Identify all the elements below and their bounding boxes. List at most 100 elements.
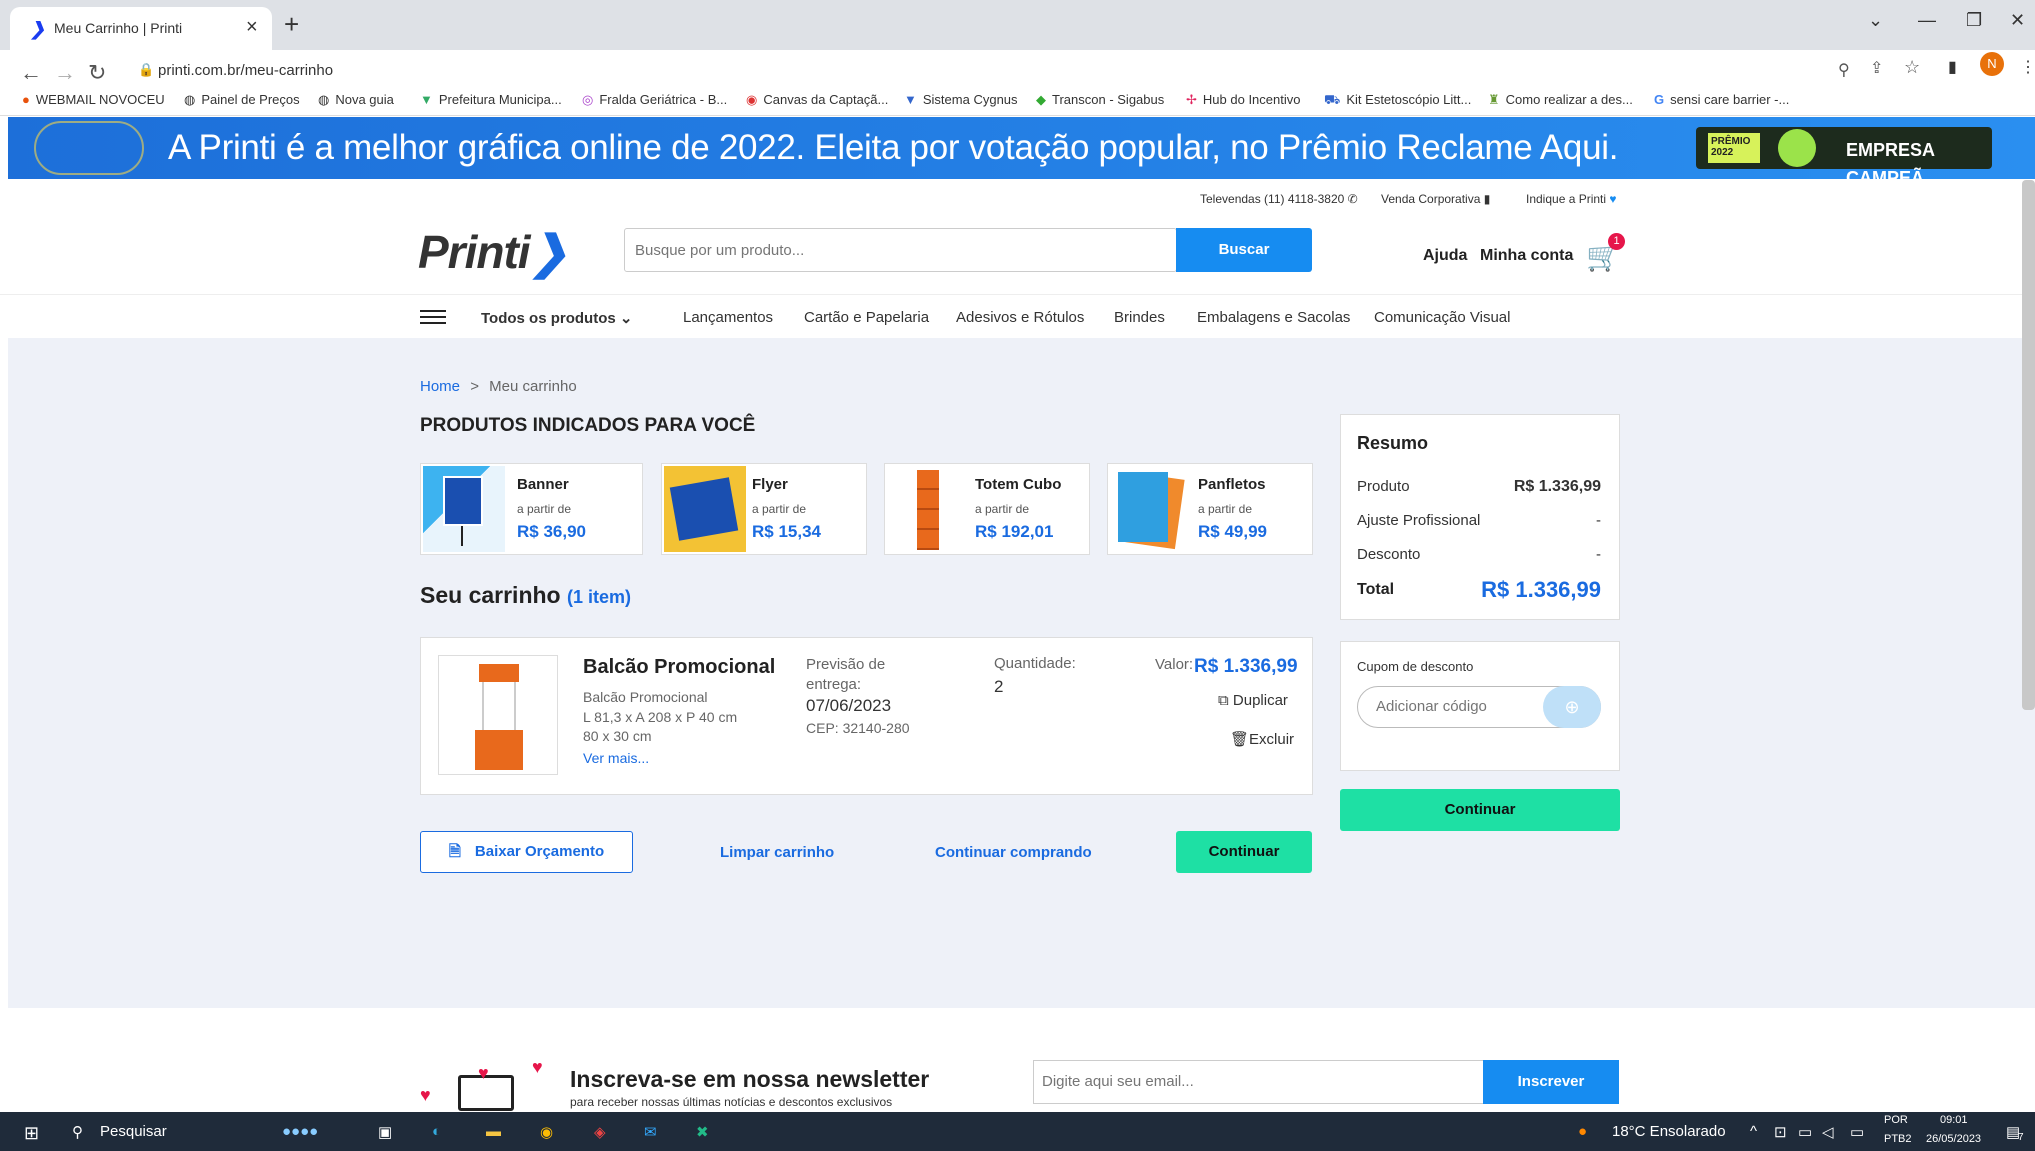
forward-icon[interactable]: → xyxy=(54,60,76,86)
nav-item-cartao[interactable]: Cartão e Papelaria xyxy=(804,309,929,326)
page-scrollbar[interactable] xyxy=(2022,180,2035,710)
document-icon: 🗎 xyxy=(448,843,461,860)
see-more-link[interactable]: Ver mais... xyxy=(583,750,649,766)
refer-link[interactable]: Indique a Printi ♥ xyxy=(1526,192,1617,206)
restore-icon[interactable]: ❐ xyxy=(1966,10,1982,31)
search-input[interactable] xyxy=(625,229,1176,271)
taskbar-search-label[interactable]: Pesquisar xyxy=(100,1123,167,1140)
browser-tab[interactable]: ❯ Meu Carrinho | Printi × xyxy=(10,7,272,50)
vpn-icon[interactable]: ●●●● xyxy=(282,1123,318,1140)
cart-item-name: Balcão Promocional xyxy=(583,656,776,678)
side-panel-icon[interactable]: ▮ xyxy=(1948,57,1957,77)
webmail-icon: ● xyxy=(22,92,30,107)
continue-button[interactable]: Continuar xyxy=(1176,831,1312,873)
bookmark-item[interactable]: ● WEBMAIL NOVOCEU xyxy=(22,92,165,107)
bookmark-item[interactable]: ⛟ Kit Estetoscópio Litt... xyxy=(1324,92,1471,110)
outlook-icon[interactable]: ✉ xyxy=(644,1123,657,1141)
product-card-totem[interactable]: Totem Cubo a partir de R$ 192,01 xyxy=(884,463,1090,555)
nav-item-comunicacao[interactable]: Comunicação Visual xyxy=(1374,309,1510,326)
tab-search-icon[interactable]: ⌄ xyxy=(1868,10,1883,31)
tray-chevron-icon[interactable]: ^ xyxy=(1750,1123,1757,1140)
bookmark-item[interactable]: Gsensi care barrier -... xyxy=(1654,92,1789,107)
canvas-icon: ◉ xyxy=(746,92,758,107)
keyboard-layout[interactable]: PTB2 xyxy=(1884,1133,1912,1145)
bookmark-item[interactable]: ◉ Canvas da Captaçã... xyxy=(746,92,888,108)
hamburger-menu-icon[interactable] xyxy=(420,310,446,324)
coupon-input[interactable] xyxy=(1376,698,1526,715)
bookmark-item[interactable]: ✢ Hub do Incentivo xyxy=(1186,92,1300,108)
lock-icon[interactable]: 🔒 xyxy=(138,62,154,78)
breadcrumb-home[interactable]: Home xyxy=(420,378,460,395)
summary-adjust-value: - xyxy=(1596,512,1601,529)
newsletter-email-input[interactable] xyxy=(1042,1073,1442,1090)
nav-item-brindes[interactable]: Brindes xyxy=(1114,309,1165,326)
clock-time[interactable]: 09:01 xyxy=(1940,1114,1968,1126)
keep-shopping-button[interactable]: Continuar comprando xyxy=(935,844,1092,861)
star-icon[interactable]: ☆ xyxy=(1904,57,1920,78)
search-button[interactable]: Buscar xyxy=(1176,228,1312,272)
apply-coupon-icon[interactable]: ⊕ xyxy=(1543,686,1601,728)
download-budget-button[interactable]: 🗎 Baixar Orçamento xyxy=(420,831,633,873)
help-link[interactable]: Ajuda xyxy=(1423,247,1467,265)
product-card-banner[interactable]: Banner a partir de R$ 36,90 xyxy=(420,463,643,555)
product-price: R$ 36,90 xyxy=(517,522,586,541)
new-tab-icon[interactable]: + xyxy=(284,9,299,40)
duplicate-button[interactable]: ⧉ Duplicar xyxy=(1218,692,1288,709)
keyboard-icon[interactable]: ▭ xyxy=(1850,1123,1864,1141)
account-link[interactable]: Minha conta xyxy=(1480,247,1573,265)
share-icon[interactable]: ⇪ xyxy=(1870,58,1883,78)
bookmarks-bar: ● WEBMAIL NOVOCEU ◍ Painel de Preços ◍ Nova… xyxy=(0,86,2035,116)
printi-logo[interactable]: Printi❯ xyxy=(418,225,568,279)
windows-start-icon[interactable]: ⊞ xyxy=(24,1123,39,1144)
nav-all-products[interactable]: Todos os produtos ⌄ xyxy=(481,309,632,327)
flyer-product-image xyxy=(664,466,746,552)
televendas-link[interactable]: Televendas (11) 4118-3820 ✆ xyxy=(1200,192,1358,206)
from-label: a partir de xyxy=(517,502,572,516)
product-card-flyer[interactable]: Flyer a partir de R$ 15,34 xyxy=(661,463,867,555)
bookmark-item[interactable]: ◍ Painel de Preços xyxy=(184,92,300,108)
clock-date[interactable]: 26/05/2023 xyxy=(1926,1133,1981,1145)
url-field[interactable]: printi.com.br/meu-carrinho xyxy=(158,62,333,79)
clear-cart-button[interactable]: Limpar carrinho xyxy=(720,844,834,861)
bookmark-item[interactable]: ▼ Prefeitura Municipa... xyxy=(420,92,562,107)
file-explorer-icon[interactable]: ▬ xyxy=(486,1123,501,1140)
notification-count: 7 xyxy=(2018,1132,2024,1143)
network-icon[interactable]: ⊡ xyxy=(1774,1123,1787,1141)
chrome-icon[interactable]: ◉ xyxy=(540,1123,553,1141)
volume-icon[interactable]: ◁ xyxy=(1822,1123,1834,1141)
cart-item-desc: Balcão Promocional xyxy=(583,689,708,705)
summary-continue-button[interactable]: Continuar xyxy=(1340,789,1620,831)
delete-button[interactable]: 🗑Excluir xyxy=(1230,730,1294,748)
subscribe-button[interactable]: Inscrever xyxy=(1483,1060,1619,1104)
promo-banner[interactable]: A Printi é a melhor gráfica online de 20… xyxy=(8,117,2035,179)
window-close-icon[interactable]: ✕ xyxy=(2010,10,2025,31)
language-code[interactable]: POR xyxy=(1884,1114,1908,1126)
nav-item-adesivos[interactable]: Adesivos e Rótulos xyxy=(956,309,1084,326)
app-icon[interactable]: ▣ xyxy=(378,1123,392,1141)
nav-item-lancamentos[interactable]: Lançamentos xyxy=(683,309,773,326)
corporate-sales-link[interactable]: Venda Corporativa ▮ xyxy=(1381,192,1490,206)
weather-text[interactable]: 18°C Ensolarado xyxy=(1612,1123,1726,1140)
bookmark-item[interactable]: ◆ Transcon - Sigabus xyxy=(1036,92,1164,108)
bookmark-item[interactable]: ◎ Fralda Geriátrica - B... xyxy=(582,92,727,108)
profile-avatar[interactable]: N xyxy=(1980,52,2004,76)
back-icon[interactable]: ← xyxy=(20,60,42,86)
summary-adjust-label: Ajuste Profissional xyxy=(1357,512,1481,529)
menu-icon[interactable]: ⋮ xyxy=(2020,57,2035,77)
bookmark-item[interactable]: ◍ Nova guia xyxy=(318,92,394,108)
value-label: Valor: xyxy=(1155,656,1194,673)
display-icon[interactable]: ▭ xyxy=(1798,1123,1812,1141)
product-card-panfletos[interactable]: Panfletos a partir de R$ 49,99 xyxy=(1107,463,1313,555)
minimize-icon[interactable]: — xyxy=(1918,10,1936,31)
nav-item-embalagens[interactable]: Embalagens e Sacolas xyxy=(1197,309,1350,326)
bookmark-item[interactable]: ▼ Sistema Cygnus xyxy=(904,92,1018,107)
taskbar-search-icon[interactable]: ⚲ xyxy=(72,1123,83,1141)
app-icon[interactable]: ◈ xyxy=(594,1123,606,1141)
excel-icon[interactable]: ✖ xyxy=(696,1123,709,1141)
edge-icon[interactable]: ◐ xyxy=(432,1123,441,1140)
reload-icon[interactable]: ↻ xyxy=(88,60,106,86)
bookmark-item[interactable]: ♜ Como realizar a des... xyxy=(1488,92,1633,108)
from-label: a partir de xyxy=(752,502,807,516)
zoom-icon[interactable]: ⚲ xyxy=(1838,60,1850,80)
tab-close-icon[interactable]: × xyxy=(246,16,258,39)
